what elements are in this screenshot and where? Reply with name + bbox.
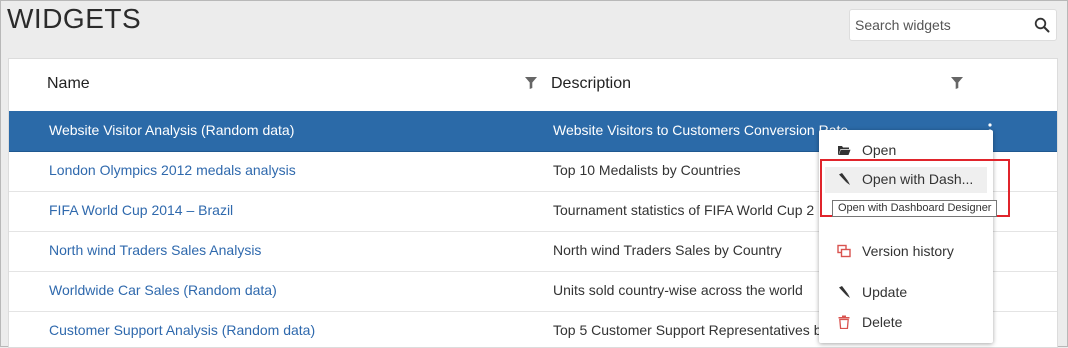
widget-description: Units sold country-wise across the world: [553, 282, 803, 298]
search-box[interactable]: [849, 9, 1057, 41]
version-history-icon: [837, 244, 851, 258]
widget-name[interactable]: Website Visitor Analysis (Random data): [49, 122, 294, 138]
menu-item-delete[interactable]: Delete: [819, 310, 993, 336]
widget-name[interactable]: FIFA World Cup 2014 – Brazil: [49, 202, 233, 218]
menu-item-update[interactable]: Update: [819, 280, 993, 306]
widget-description: North wind Traders Sales by Country: [553, 242, 782, 258]
widget-description: Top 10 Medalists by Countries: [553, 162, 741, 178]
search-input[interactable]: [855, 17, 1025, 33]
widget-name[interactable]: Worldwide Car Sales (Random data): [49, 282, 277, 298]
widgets-page: WIDGETS Name Description Website Visitor…: [0, 0, 1068, 348]
widget-description: Website Visitors to Customers Conversion…: [553, 122, 849, 138]
filter-icon[interactable]: [951, 77, 963, 89]
widget-name[interactable]: Customer Support Analysis (Random data): [49, 322, 315, 338]
tooltip: Open with Dashboard Designer: [832, 200, 998, 217]
trash-icon: [838, 315, 850, 329]
widget-description: Top 5 Customer Support Representatives b: [553, 322, 822, 338]
menu-item-version-history[interactable]: Version history: [819, 239, 993, 265]
column-header-name[interactable]: Name: [47, 75, 90, 93]
widget-description: Tournament statistics of FIFA World Cup …: [553, 202, 815, 218]
column-header-description[interactable]: Description: [551, 75, 631, 93]
widget-name[interactable]: North wind Traders Sales Analysis: [49, 242, 261, 258]
filter-icon[interactable]: [525, 77, 537, 89]
pen-icon: [839, 286, 850, 298]
menu-item-label: Delete: [862, 314, 903, 330]
search-icon[interactable]: [1034, 17, 1050, 33]
widget-name[interactable]: London Olympics 2012 medals analysis: [49, 162, 296, 178]
menu-item-label: Open: [862, 142, 897, 158]
menu-item-label: Version history: [862, 243, 954, 259]
grid-header: Name Description: [9, 59, 1057, 112]
folder-open-icon: [838, 146, 851, 155]
menu-item-label: Update: [862, 284, 908, 300]
page-title: WIDGETS: [7, 3, 142, 34]
